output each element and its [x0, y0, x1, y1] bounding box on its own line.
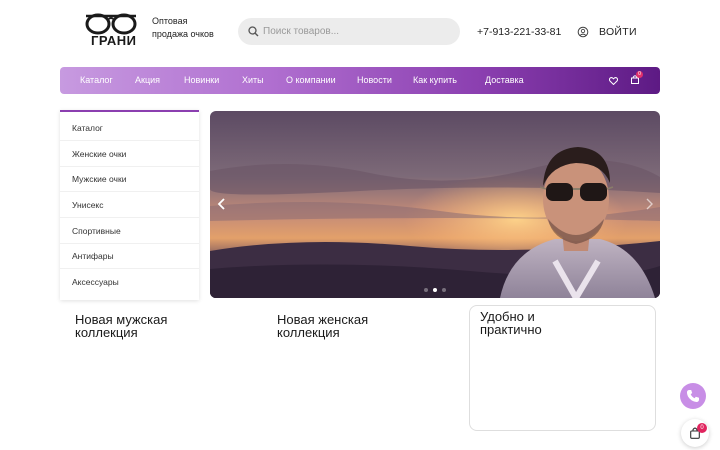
search-bar: [238, 18, 460, 45]
women-collection-title[interactable]: Новая женская коллекция: [277, 313, 368, 339]
heart-icon[interactable]: [609, 77, 618, 85]
catalog-sidebar: Каталог Женские очки Мужские очки Унисек…: [60, 110, 199, 300]
floating-cart-count-badge: 0: [697, 423, 707, 433]
slider-dot[interactable]: [442, 288, 446, 292]
sidebar-item-accessories[interactable]: Аксессуары: [60, 270, 199, 295]
nav-item-new[interactable]: Новинки: [184, 67, 219, 94]
login-button[interactable]: ВОЙТИ: [577, 24, 637, 40]
sidebar-item-unisex[interactable]: Унисекс: [60, 193, 199, 218]
main-nav: Каталог Акция Новинки Хиты О компании Но…: [60, 67, 660, 94]
slider-dots: [424, 288, 446, 292]
banner-image: [210, 111, 660, 298]
sidebar-item-men[interactable]: Мужские очки: [60, 167, 199, 192]
chevron-left-icon[interactable]: [216, 196, 228, 212]
nav-item-promo[interactable]: Акция: [135, 67, 160, 94]
men-collection-line-2: коллекция: [75, 325, 138, 340]
tagline-line-2: продажа очков: [152, 29, 214, 39]
convenient-line-2: практично: [480, 322, 542, 337]
convenient-title: Удобно и практично: [480, 310, 542, 336]
nav-item-how-to-buy[interactable]: Как купить: [413, 67, 457, 94]
logo-text: ГРАНИ: [91, 33, 137, 48]
call-button[interactable]: [680, 383, 706, 409]
tagline: Оптовая продажа очков: [152, 15, 232, 41]
nav-item-news[interactable]: Новости: [357, 67, 392, 94]
tagline-line-1: Оптовая: [152, 16, 188, 26]
slider-dot[interactable]: [424, 288, 428, 292]
search-input[interactable]: [263, 22, 453, 41]
nav-item-catalog[interactable]: Каталог: [80, 67, 113, 94]
sidebar-item-catalog[interactable]: Каталог: [60, 116, 199, 141]
phone-number[interactable]: +7-913-221-33-81: [477, 26, 561, 38]
sidebar-item-sport[interactable]: Спортивные: [60, 219, 199, 244]
nav-item-about[interactable]: О компании: [286, 67, 336, 94]
nav-item-hits[interactable]: Хиты: [242, 67, 264, 94]
sidebar-item-women[interactable]: Женские очки: [60, 142, 199, 167]
login-label: ВОЙТИ: [599, 26, 637, 38]
chevron-right-icon[interactable]: [643, 196, 655, 212]
page: ГРАНИ Оптовая продажа очков +7-913-221-3…: [0, 0, 720, 450]
slider-dot-active[interactable]: [433, 288, 437, 292]
login-icon: [577, 26, 589, 38]
nav-item-delivery[interactable]: Доставка: [485, 67, 524, 94]
sidebar-item-antifog[interactable]: Антифары: [60, 244, 199, 269]
hero-banner[interactable]: [210, 111, 660, 298]
women-collection-line-2: коллекция: [277, 325, 340, 340]
men-collection-title[interactable]: Новая мужская коллекция: [75, 313, 167, 339]
search-icon[interactable]: [248, 26, 259, 37]
phone-icon: [686, 390, 699, 402]
nav-cart-count-badge: 0: [636, 71, 643, 78]
